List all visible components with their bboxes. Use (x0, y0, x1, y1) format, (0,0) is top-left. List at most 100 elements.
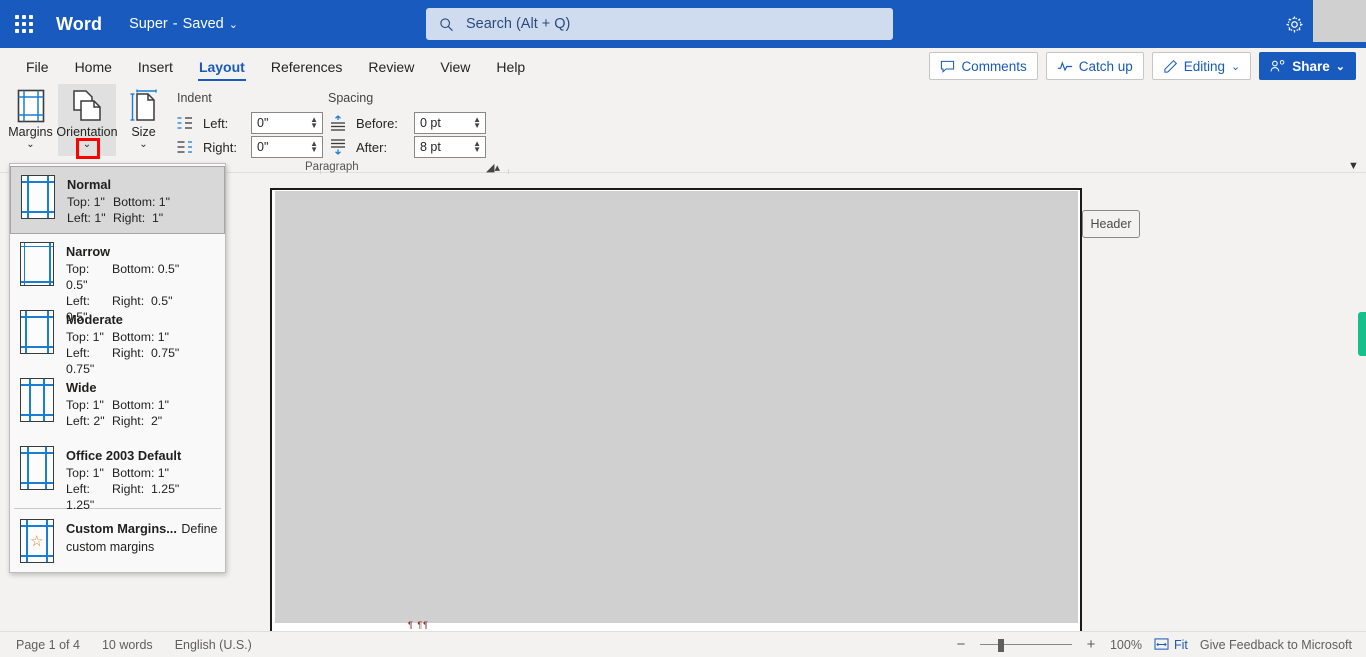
spacing-after-label: After: (356, 139, 388, 155)
margin-preset-moderate[interactable]: Moderate Top: 1" Bottom: 1" Left: 0.75" … (10, 302, 225, 376)
margin-preview-icon (21, 175, 55, 219)
top-label: Top: (67, 195, 91, 209)
share-person-icon (1270, 59, 1285, 71)
tab-layout[interactable]: Layout (186, 60, 258, 81)
search-input[interactable]: Search (Alt + Q) (426, 8, 893, 40)
dialog-launcher-icon[interactable]: ◢▴ (486, 161, 500, 174)
right-value: 1.25" (150, 482, 180, 496)
page-position-marker (1358, 312, 1366, 356)
page-left-border (270, 188, 272, 631)
settings-button[interactable] (1280, 10, 1308, 38)
language[interactable]: English (U.S.) (175, 638, 252, 652)
zoom-level[interactable]: 100% (1110, 638, 1142, 652)
right-label: Right: (112, 482, 145, 496)
catch-up-button[interactable]: Catch up (1045, 52, 1144, 80)
left-label: Left: (67, 211, 91, 225)
share-label: Share (1292, 58, 1330, 74)
margin-preview-icon (20, 242, 54, 286)
spinner-arrows-icon[interactable]: ▲ ▼ (310, 140, 320, 154)
comment-icon (941, 60, 955, 73)
chevron-down-icon[interactable]: ⌄ (139, 140, 147, 150)
size-icon (129, 89, 159, 123)
chevron-down-icon: ⌄ (1335, 60, 1345, 73)
orientation-icon (70, 89, 104, 123)
indent-left-input[interactable]: 0" ▲ ▼ (251, 112, 323, 134)
fit-label: Fit (1173, 637, 1188, 652)
right-label: Right: (112, 294, 145, 308)
zoom-out-button[interactable]: − (954, 636, 968, 653)
spinner-arrows-icon[interactable]: ▲ ▼ (473, 140, 483, 154)
chevron-down-icon[interactable]: ▼ (1348, 160, 1359, 172)
zoom-slider[interactable] (979, 638, 1072, 652)
fit-button[interactable]: Fit (1154, 638, 1188, 652)
text-selection (275, 191, 1078, 623)
preset-name: Office 2003 Default (66, 448, 182, 463)
tab-insert[interactable]: Insert (125, 60, 186, 81)
margin-preset-wide[interactable]: Wide Top: 1" Bottom: 1" Left: 2" Right: … (10, 370, 225, 438)
margin-preset-normal[interactable]: Normal Top: 1" Bottom: 1" Left: 1" Right… (10, 166, 225, 234)
margin-preset-text: Wide Top: 1" Bottom: 1" Left: 2" Right: … (66, 378, 219, 429)
margin-preset-narrow[interactable]: Narrow Top: 0.5" Bottom: 0.5" Left: 0.5"… (10, 234, 225, 324)
bottom-label: Bottom: (112, 330, 155, 344)
page-right-border (1080, 188, 1082, 631)
top-label: Top: (66, 398, 90, 412)
margins-label: Margins (8, 125, 53, 139)
spacing-before-input[interactable]: 0 pt ▲ ▼ (414, 112, 486, 134)
star-icon: ☆ (30, 533, 44, 550)
page-top-border (270, 188, 1082, 190)
top-label: Top: (66, 330, 90, 344)
indent-left-label: Left: (203, 115, 229, 131)
orientation-button[interactable]: Orientation ⌄ (56, 84, 118, 156)
indent-left-value: 0" (257, 116, 269, 130)
comments-button[interactable]: Comments (929, 52, 1038, 80)
bottom-label: Bottom: (112, 262, 155, 276)
word-count[interactable]: 10 words (102, 638, 153, 652)
left-label: Left: (66, 414, 90, 428)
titlebar-blank-region (1313, 0, 1366, 42)
size-button[interactable]: Size ⌄ (116, 84, 171, 156)
title-bar: Word Super - Saved ⌄ Search (Alt + Q) (0, 0, 1366, 48)
spinner-arrows-icon[interactable]: ▲ ▼ (310, 116, 320, 130)
page-info[interactable]: Page 1 of 4 (16, 638, 80, 652)
paragraph-group-label: Paragraph (305, 161, 359, 173)
right-label: Right: (112, 346, 145, 360)
tab-home[interactable]: Home (62, 60, 125, 81)
app-launcher-button[interactable] (0, 0, 48, 48)
zoom-slider-knob[interactable] (997, 638, 1004, 652)
margin-preset-text: Normal Top: 1" Bottom: 1" Left: 1" Right… (67, 175, 218, 226)
margins-button[interactable]: Margins ⌄ (3, 84, 58, 156)
indent-group-title: Indent (177, 91, 212, 105)
app-name: Word (56, 13, 103, 34)
share-button[interactable]: Share ⌄ (1259, 52, 1356, 80)
chevron-down-icon[interactable]: ⌄ (26, 140, 34, 150)
spacing-after-input[interactable]: 8 pt ▲ ▼ (414, 136, 486, 158)
chevron-down-icon[interactable]: ⌄ (83, 140, 91, 150)
tab-references[interactable]: References (258, 60, 356, 81)
status-bar: Page 1 of 4 10 words English (U.S.) − + … (0, 631, 1366, 657)
margin-preset-text: Office 2003 Default Top: 1" Bottom: 1" L… (66, 446, 219, 513)
margin-preset-office-2003-default[interactable]: Office 2003 Default Top: 1" Bottom: 1" L… (10, 438, 225, 512)
editing-button[interactable]: Editing ⌄ (1151, 52, 1252, 80)
status-left: Page 1 of 4 10 words English (U.S.) (16, 638, 252, 652)
zoom-in-button[interactable]: + (1084, 636, 1098, 653)
vertical-scrollbar[interactable] (1350, 174, 1364, 631)
tab-view[interactable]: View (427, 60, 483, 81)
feedback-link[interactable]: Give Feedback to Microsoft (1200, 638, 1352, 652)
spacing-before-row: Before: 0 pt ▲ ▼ (330, 112, 486, 134)
header-tab[interactable]: Header (1082, 210, 1140, 238)
tab-help[interactable]: Help (483, 60, 538, 81)
indent-left-row: Left: 0" ▲ ▼ (177, 112, 323, 134)
gear-icon (1286, 16, 1302, 32)
left-label: Left: (66, 482, 90, 496)
document-title-menu[interactable]: Super - Saved ⌄ (129, 16, 238, 32)
indent-right-input[interactable]: 0" ▲ ▼ (251, 136, 323, 158)
preset-name: Moderate (66, 312, 123, 327)
tab-review[interactable]: Review (355, 60, 427, 81)
custom-margins-item[interactable]: ☆ Custom Margins... Define custom margin… (10, 511, 225, 579)
tab-file[interactable]: File (13, 60, 62, 81)
spinner-arrows-icon[interactable]: ▲ ▼ (473, 116, 483, 130)
top-value: 1" (93, 195, 105, 209)
paragraph-marks: ¶ ¶¶ (408, 620, 430, 630)
spacing-before-icon (331, 115, 345, 131)
size-label: Size (131, 125, 156, 139)
